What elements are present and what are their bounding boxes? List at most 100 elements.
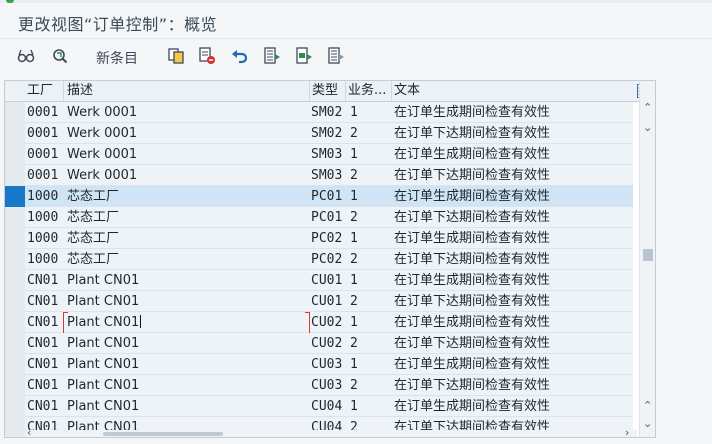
cell-description[interactable]: 芯态工厂 [67,228,307,249]
row-selector[interactable] [5,207,25,229]
cell-plant[interactable]: CN01 [27,396,63,417]
table-row[interactable]: 1000 芯态工厂 PC01 1 在订单生成期间检查有效性 [5,186,634,208]
cell-plant[interactable]: CN01 [27,291,63,312]
cell-business[interactable]: 1 [350,312,390,333]
cell-type[interactable]: SM03 [311,144,345,165]
column-header-description[interactable]: 描述 [67,81,307,101]
cell-text[interactable]: 在订单生成期间检查有效性 [394,102,634,123]
cell-plant[interactable]: 1000 [27,207,63,228]
cell-text[interactable]: 在订单生成期间检查有效性 [394,186,634,207]
cell-text[interactable]: 在订单下达期间检查有效性 [394,165,634,186]
cell-plant[interactable]: 0001 [27,144,63,165]
cell-description[interactable]: 芯态工厂 [67,249,307,270]
column-header-text[interactable]: 文本 [394,81,594,101]
cell-business[interactable]: 1 [350,228,390,249]
cell-description[interactable]: 芯态工厂 [67,186,307,207]
cell-type[interactable]: SM02 [311,123,345,144]
table-row[interactable]: 0001 Werk 0001 SM03 1 在订单生成期间检查有效性 [5,144,634,166]
cell-business[interactable]: 2 [350,333,390,354]
cell-type[interactable]: CU04 [311,396,345,417]
cell-plant[interactable]: CN01 [27,354,63,375]
cell-type[interactable]: CU01 [311,270,345,291]
cell-business[interactable]: 2 [350,291,390,312]
cell-type[interactable]: CU01 [311,291,345,312]
row-selector[interactable] [5,102,25,124]
cell-type[interactable]: CU02 [311,312,345,333]
cell-business[interactable]: 2 [350,249,390,270]
cell-description[interactable]: 芯态工厂 [67,207,307,228]
select-all-icon[interactable] [262,46,282,66]
cell-business[interactable]: 2 [350,123,390,144]
cell-plant[interactable]: 1000 [27,228,63,249]
row-selector[interactable] [5,375,25,397]
cell-type[interactable]: PC02 [311,228,345,249]
cell-type[interactable]: SM03 [311,165,345,186]
table-row[interactable]: 0001 Werk 0001 SM03 2 在订单下达期间检查有效性 [5,165,634,187]
cell-text[interactable]: 在订单下达期间检查有效性 [394,333,634,354]
cell-plant[interactable]: CN01 [27,375,63,396]
cell-plant[interactable]: 0001 [27,123,63,144]
table-row[interactable]: CN01 Plant CN01 CU04 1 在订单生成期间检查有效性 [5,396,634,418]
delete-icon[interactable] [197,46,217,66]
cell-description[interactable]: Plant CN01 [67,396,307,417]
row-selector[interactable] [5,228,25,250]
table-row[interactable]: 1000 芯态工厂 PC02 1 在订单生成期间检查有效性 [5,228,633,250]
cell-text[interactable]: 在订单下达期间检查有效性 [394,207,634,228]
cell-text[interactable]: 在订单生成期间检查有效性 [394,396,634,417]
cell-description[interactable]: Plant CN01 [67,375,307,396]
row-selector[interactable] [5,291,25,313]
cell-plant[interactable]: CN01 [27,333,63,354]
cell-description[interactable]: Plant CN01 [67,270,307,291]
new-entries-button[interactable]: 新条目 [96,48,138,68]
table-row[interactable]: CN01 Plant CN01 CU02 1 在订单生成期间检查有效性 [5,312,634,335]
cell-business[interactable]: 1 [350,144,390,165]
cell-business[interactable]: 1 [350,186,390,207]
row-selector[interactable] [5,186,25,208]
cell-text[interactable]: 在订单生成期间检查有效性 [394,144,634,165]
cell-description[interactable]: Werk 0001 [67,102,307,123]
cell-text[interactable]: 在订单下达期间检查有效性 [394,249,634,270]
deselect-all-icon[interactable] [326,46,346,66]
cell-business[interactable]: 1 [350,396,390,417]
row-selector[interactable] [5,165,25,187]
cell-text[interactable]: 在订单生成期间检查有效性 [394,354,634,375]
cell-description[interactable]: Plant CN01 [67,291,307,312]
table-row[interactable]: CN01 Plant CN01 CU03 1 在订单生成期间检查有效性 [5,354,634,376]
cell-type[interactable]: CU03 [311,354,345,375]
table-row[interactable]: CN01 Plant CN01 CU01 1 在订单生成期间检查有效性 [5,270,634,292]
scroll-down-bottom-icon[interactable]: ⌄ [643,418,652,429]
cell-description[interactable]: Werk 0001 [67,165,307,186]
row-selector[interactable] [5,312,25,334]
cell-text[interactable]: 在订单生成期间检查有效性 [394,312,634,333]
cell-type[interactable]: CU02 [311,333,345,354]
scroll-left-icon[interactable]: ‹ [27,427,31,437]
table-row[interactable]: CN01 Plant CN01 CU03 2 在订单下达期间检查有效性 [5,375,633,397]
row-selector[interactable] [5,396,25,418]
table-row[interactable]: CN01 Plant CN01 CU01 2 在订单下达期间检查有效性 [5,291,634,313]
row-selector[interactable] [5,144,25,166]
scroll-down-icon[interactable]: ⌄ [643,122,652,133]
table-row[interactable]: 1000 芯态工厂 PC01 2 在订单下达期间检查有效性 [5,207,634,229]
table-row[interactable]: 1000 芯态工厂 PC02 2 在订单下达期间检查有效性 [5,249,634,271]
cell-description[interactable]: Plant CN01 [67,354,307,375]
cell-plant[interactable]: CN01 [27,270,63,291]
cell-text[interactable]: 在订单生成期间检查有效性 [394,270,634,291]
scroll-up-icon[interactable]: ⌃ [643,102,652,113]
cell-plant[interactable]: 1000 [27,186,63,207]
cell-type[interactable]: PC02 [311,249,345,270]
horizontal-scrollbar[interactable] [25,430,637,437]
cell-description[interactable]: Plant CN01 [67,312,307,333]
cell-business[interactable]: 2 [350,165,390,186]
scroll-right-icon[interactable]: › [625,427,629,437]
vertical-scrollbar[interactable]: ⌃ ⌄ ⌃ ⌄ [639,81,655,437]
table-row[interactable]: 0001 Werk 0001 SM02 2 在订单下达期间检查有效性 [5,123,634,145]
copy-icon[interactable] [166,46,186,66]
horizontal-scroll-thumb[interactable] [103,432,223,436]
cell-text[interactable]: 在订单下达期间检查有效性 [394,291,634,312]
cell-text[interactable]: 在订单下达期间检查有效性 [394,123,634,144]
undo-icon[interactable] [230,46,250,66]
cell-type[interactable]: SM02 [311,102,345,123]
column-header-business[interactable]: 业务... [348,81,390,101]
row-selector[interactable] [5,333,25,355]
cell-plant[interactable]: CN01 [27,312,63,333]
